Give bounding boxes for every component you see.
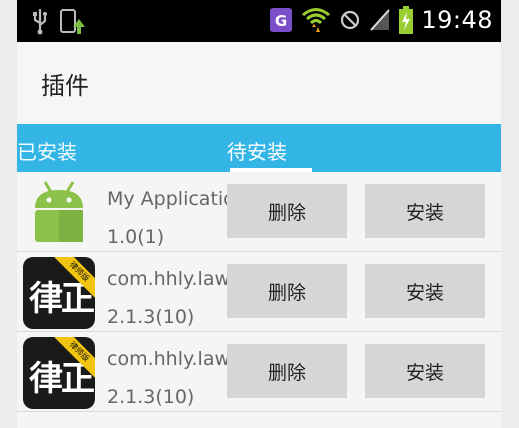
list-item: 律正 律师版 com.hhly.lawyer 2.1.3(10) 删除 安装 xyxy=(17,332,501,412)
plugin-list: My Application 1.0(1) 删除 安装 律正 律师版 com.h… xyxy=(17,172,501,412)
tab-installed[interactable]: 已安装 xyxy=(17,136,77,165)
svg-text:G: G xyxy=(275,12,287,30)
install-button[interactable]: 安装 xyxy=(365,264,485,318)
plugin-version: 2.1.3(10) xyxy=(107,306,195,328)
list-item: 律正 律师版 com.hhly.lawyer 2.1.3(10) 删除 安装 xyxy=(17,252,501,332)
signal-icon xyxy=(370,9,391,31)
install-button[interactable]: 安装 xyxy=(365,184,485,238)
phone-screen: G 19:48 插件 已安装 待安装 My Application 1.0(1)… xyxy=(17,0,501,428)
delete-button[interactable]: 删除 xyxy=(227,344,347,398)
status-clock: 19:48 xyxy=(421,6,493,34)
android-icon xyxy=(35,181,83,242)
usb-icon xyxy=(33,9,47,35)
notification-app-icon xyxy=(60,9,85,34)
page-title: 插件 xyxy=(41,72,89,100)
tab-pending-install[interactable]: 待安装 xyxy=(227,136,287,165)
plugin-version: 1.0(1) xyxy=(107,226,165,248)
delete-button[interactable]: 删除 xyxy=(227,184,347,238)
delete-button[interactable]: 删除 xyxy=(227,264,347,318)
list-item: My Application 1.0(1) 删除 安装 xyxy=(17,172,501,252)
g-app-icon: G xyxy=(270,8,293,32)
lawyer-app-icon: 律正 律师版 xyxy=(23,337,95,409)
plugin-version: 2.1.3(10) xyxy=(107,386,195,408)
lawyer-app-icon: 律正 律师版 xyxy=(23,257,95,329)
tab-bar: 已安装 待安装 xyxy=(17,124,501,172)
battery-charging-icon xyxy=(399,6,414,34)
app-bar: 插件 xyxy=(17,42,501,125)
wifi-icon xyxy=(302,8,331,32)
install-button[interactable]: 安装 xyxy=(365,344,485,398)
no-sim-icon xyxy=(341,10,360,30)
status-bar: G 19:48 xyxy=(17,0,501,42)
plugin-name: My Application xyxy=(107,188,247,210)
